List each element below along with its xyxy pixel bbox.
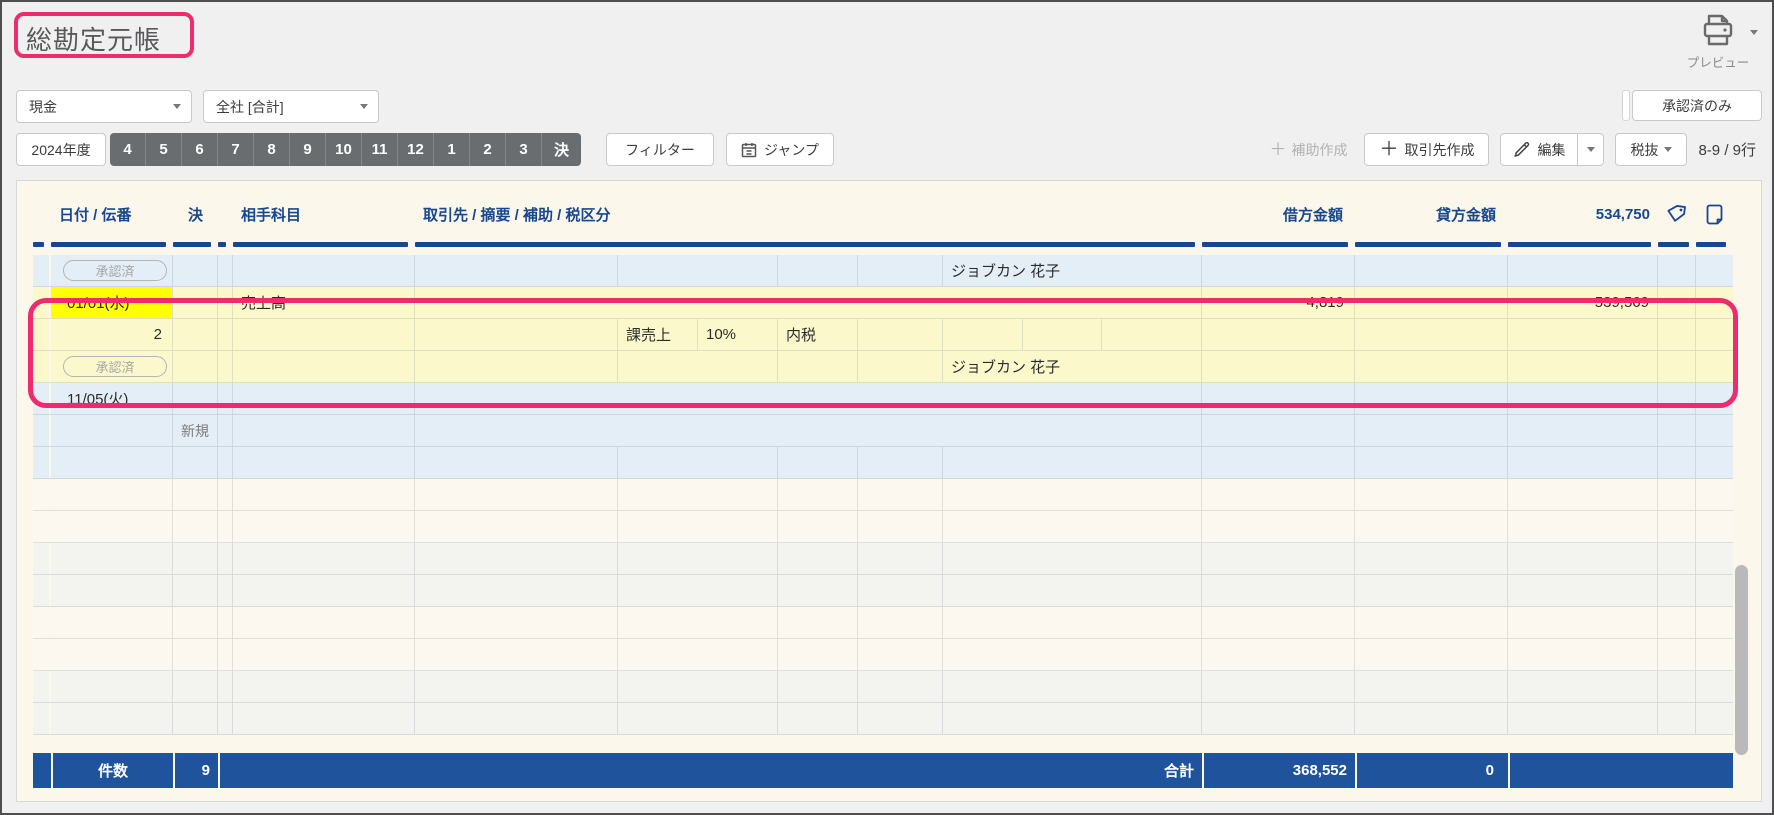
ledger-row-approved-tail[interactable]: 承認済 ジョブカン 花子	[33, 351, 1733, 383]
ledger-row-new[interactable]: 新規	[33, 415, 1733, 447]
create-sub-account-button[interactable]: ＋ 補助作成	[1263, 133, 1353, 166]
edit-button[interactable]: 編集	[1500, 133, 1578, 166]
department-select-value: 全社 [合計]	[216, 97, 284, 117]
column-header-debit: 借方金額	[1202, 204, 1355, 225]
chevron-down-icon	[1664, 147, 1672, 152]
header-underline-bars	[33, 242, 1733, 247]
ledger-row-empty	[33, 703, 1733, 735]
chevron-down-icon	[1587, 147, 1595, 152]
ledger-row-empty	[33, 607, 1733, 639]
approved-only-button[interactable]: 承認済のみ	[1632, 90, 1762, 121]
date-cell: 11/05(火)	[51, 383, 173, 414]
ledger-row-empty	[33, 543, 1733, 575]
date-cell-highlighted: 01/01(水)	[51, 287, 172, 318]
ledger-row-empty	[33, 511, 1733, 543]
plus-icon: ＋	[1269, 141, 1286, 158]
ledger-row-empty	[33, 447, 1733, 479]
create-sub-account-label: 補助作成	[1291, 140, 1347, 160]
rows-range-indicator: 8-9 / 9行	[1698, 139, 1756, 160]
month-tab-1[interactable]: 1	[434, 133, 470, 166]
line-number: 2	[51, 319, 173, 350]
summary-bar: 件数 9 合計 368,552 0	[33, 753, 1733, 788]
ledger-panel: 日付 / 伝番 決 相手科目 取引先 / 摘要 / 補助 / 税区分 借方金額 …	[16, 180, 1762, 802]
new-status-label: 新規	[173, 415, 218, 446]
ledger-row-date[interactable]: 11/05(火)	[33, 383, 1733, 415]
column-header-date: 日付 / 伝番	[51, 204, 173, 225]
account-select-value: 現金	[29, 97, 57, 117]
preview-button[interactable]: プレビュー	[1678, 12, 1758, 71]
filter-button[interactable]: フィルター	[606, 133, 714, 166]
column-header-account: 相手科目	[233, 204, 415, 225]
count-label: 件数	[51, 753, 173, 788]
vertical-scrollbar-thumb[interactable]	[1735, 565, 1748, 755]
ledger-row-empty	[33, 479, 1733, 511]
balance-amount: 539,569	[1508, 287, 1658, 318]
tax-class: 課売上	[618, 319, 698, 350]
calendar-icon	[741, 142, 757, 158]
ledger-row-empty	[33, 671, 1733, 703]
approved-status-badge: 承認済	[63, 356, 167, 377]
app-window: 総勘定元帳 プレビュー 現金 全社 [合計] 承認済のみ 2024年度 4567…	[0, 0, 1774, 815]
month-tab-5[interactable]: 5	[146, 133, 182, 166]
approved-status-badge: 承認済	[63, 260, 167, 281]
plus-icon: ＋	[1379, 140, 1398, 159]
ledger-rows: 承認済 ジョブカン 花子 01/01(水) 売上高 4,819 539,569	[33, 255, 1733, 735]
printer-icon	[1699, 12, 1737, 48]
month-tab-8[interactable]: 8	[254, 133, 290, 166]
month-tab-3[interactable]: 3	[506, 133, 542, 166]
account-select[interactable]: 現金	[16, 90, 192, 123]
tag-icon[interactable]	[1658, 204, 1696, 224]
month-tab-決[interactable]: 決	[542, 133, 581, 166]
edit-button-label: 編集	[1537, 140, 1565, 160]
action-toolbar: ＋ 補助作成 ＋ 取引先作成 編集 税抜	[1263, 133, 1756, 166]
collapsed-button-sliver[interactable]	[1622, 90, 1630, 121]
jump-button[interactable]: ジャンプ	[726, 133, 834, 166]
tax-mode-value: 税抜	[1630, 140, 1658, 160]
ledger-row-sub[interactable]: 2 課売上 10% 内税	[33, 319, 1733, 351]
column-header-credit: 貸方金額	[1355, 204, 1508, 225]
month-tab-10[interactable]: 10	[326, 133, 362, 166]
debit-amount: 4,819	[1202, 287, 1355, 318]
edit-split-button: 編集	[1500, 133, 1604, 166]
month-tab-2[interactable]: 2	[470, 133, 506, 166]
month-tab-4[interactable]: 4	[110, 133, 146, 166]
debit-total: 368,552	[1202, 753, 1355, 788]
month-tab-strip: 456789101112123決	[110, 133, 581, 166]
month-tab-11[interactable]: 11	[362, 133, 398, 166]
pencil-icon	[1513, 141, 1530, 158]
creator-name: ジョブカン 花子	[943, 255, 1202, 286]
month-tab-7[interactable]: 7	[218, 133, 254, 166]
creator-name: ジョブカン 花子	[943, 351, 1202, 382]
chevron-down-icon	[360, 104, 368, 109]
tax-type: 内税	[778, 319, 858, 350]
page-title: 総勘定元帳	[26, 20, 161, 57]
total-label: 合計	[218, 753, 1202, 788]
create-partner-label: 取引先作成	[1404, 140, 1474, 160]
ledger-row-main[interactable]: 01/01(水) 売上高 4,819 539,569	[33, 287, 1733, 319]
create-partner-button[interactable]: ＋ 取引先作成	[1364, 133, 1489, 166]
column-header-partner: 取引先 / 摘要 / 補助 / 税区分	[415, 204, 1202, 225]
table-header-row: 日付 / 伝番 決 相手科目 取引先 / 摘要 / 補助 / 税区分 借方金額 …	[33, 193, 1733, 235]
credit-total: 0	[1355, 753, 1508, 788]
ledger-row-empty	[33, 575, 1733, 607]
edit-dropdown-button[interactable]	[1578, 133, 1604, 166]
tax-mode-select[interactable]: 税抜	[1615, 133, 1687, 166]
preview-dropdown-caret-icon[interactable]	[1750, 30, 1758, 35]
ledger-row-approved-tail[interactable]: 承認済 ジョブカン 花子	[33, 255, 1733, 287]
tax-rate: 10%	[698, 319, 778, 350]
month-tab-6[interactable]: 6	[182, 133, 218, 166]
chevron-down-icon	[173, 104, 181, 109]
ledger-row-empty	[33, 639, 1733, 671]
month-tab-12[interactable]: 12	[398, 133, 434, 166]
jump-button-label: ジャンプ	[764, 140, 819, 160]
fiscal-year-button[interactable]: 2024年度	[16, 133, 106, 166]
department-select[interactable]: 全社 [合計]	[203, 90, 379, 123]
balance-total: 534,750	[1508, 206, 1658, 223]
count-value: 9	[173, 753, 218, 788]
month-tab-9[interactable]: 9	[290, 133, 326, 166]
memo-icon[interactable]	[1696, 204, 1733, 225]
column-header-settle: 決	[173, 204, 218, 225]
account-cell: 売上高	[233, 287, 415, 318]
preview-label: プレビュー	[1678, 52, 1758, 71]
